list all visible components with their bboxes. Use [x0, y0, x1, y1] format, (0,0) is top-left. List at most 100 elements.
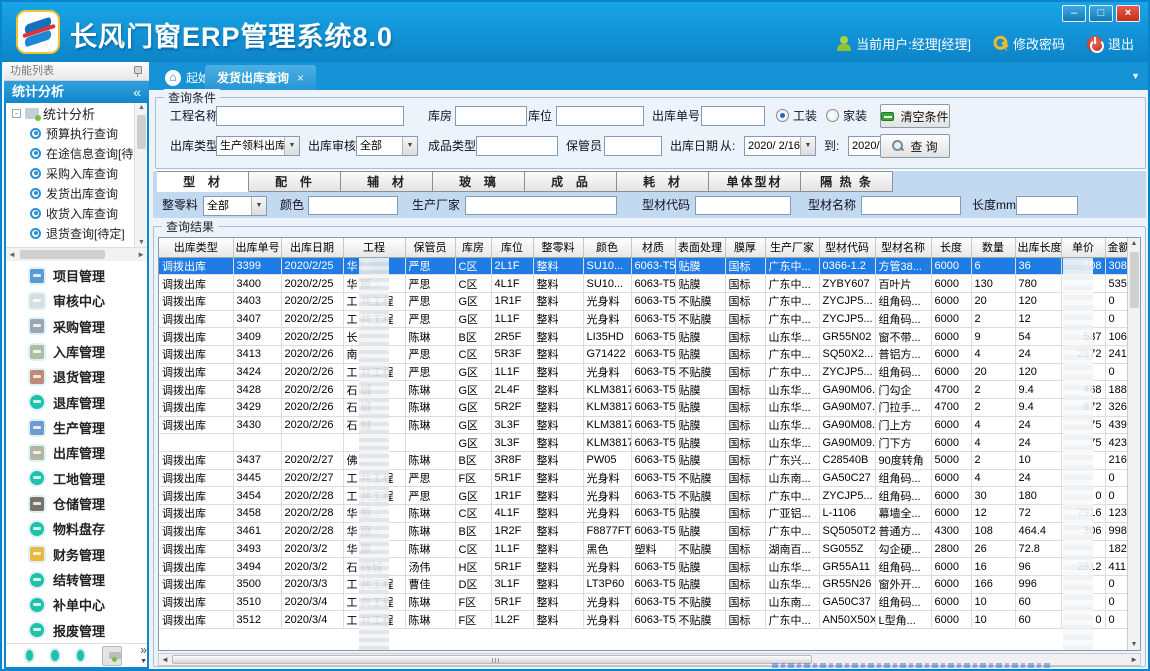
grid-column-header[interactable]: 出库日期: [281, 238, 343, 257]
sidebar-menu-item[interactable]: 退库管理: [6, 390, 147, 415]
radio-industrial[interactable]: [776, 109, 789, 122]
maximize-button[interactable]: □: [1089, 5, 1113, 22]
outbound-audit-select[interactable]: 全部▼: [356, 136, 418, 156]
warehouse-input[interactable]: [455, 106, 527, 126]
grid-column-header[interactable]: 表面处理: [675, 238, 725, 257]
sidebar-menu-item[interactable]: 采购管理: [6, 314, 147, 339]
table-row[interactable]: 调拨出库 3510 2020/3/4 工 共工程 陈琳 F区 5R1F 整料 光…: [159, 593, 1129, 611]
table-row[interactable]: 调拨出库 3493 2020/3/2 华 原... 陈琳 C区 1L1F 整料 …: [159, 540, 1129, 558]
date-from-select[interactable]: 2020/ 2/16▼: [744, 136, 816, 156]
grid-column-header[interactable]: 数量: [971, 238, 1015, 257]
tree-item[interactable]: 发货出库查询: [6, 183, 147, 203]
table-row[interactable]: 调拨出库 3494 2020/3/2 石 辉城 汤伟 H区 5R1F 整料 光身…: [159, 558, 1129, 576]
sidebar-menu-item[interactable]: 工地管理: [6, 466, 147, 491]
table-row[interactable]: G区 3L3F 整料 KLM3817 6063-T5 贴膜 国标 山东华... …: [159, 434, 1129, 452]
table-row[interactable]: 调拨出库 3437 2020/2/27 佛 ... 陈琳 B区 3R8F 整料 …: [159, 452, 1129, 470]
logout-button[interactable]: 退出: [1087, 34, 1134, 53]
collapse-icon[interactable]: «: [133, 81, 141, 103]
tab-overflow-icon[interactable]: ▼: [1131, 71, 1140, 81]
grid-column-header[interactable]: 单价: [1061, 238, 1105, 257]
table-row[interactable]: 调拨出库 3424 2020/2/26 工 共工程 严思 G区 1L1F 整料 …: [159, 363, 1129, 381]
table-row[interactable]: 调拨出库 3400 2020/2/25 华 原... 严思 C区 4L1F 整料…: [159, 275, 1129, 293]
overflow-chevron[interactable]: »▼: [140, 646, 147, 666]
table-row[interactable]: 调拨出库 3399 2020/2/25 华 原... 严思 C区 2L1F 整料…: [159, 257, 1129, 275]
close-button[interactable]: ×: [1116, 5, 1140, 22]
material-tab[interactable]: 型 材: [157, 171, 249, 192]
table-row[interactable]: 调拨出库 3454 2020/2/28 工 共工程 严思 G区 1R1F 整料 …: [159, 487, 1129, 505]
tree-item[interactable]: 退货查询[待定]: [6, 223, 147, 243]
radio-home-label[interactable]: 家装: [843, 106, 867, 126]
material-tab[interactable]: 隔 热 条: [801, 171, 893, 192]
scroll-down-icon[interactable]: ▼: [1128, 641, 1140, 648]
table-row[interactable]: 调拨出库 3407 2020/2/25 工 共工程 严思 G区 1L1F 整料 …: [159, 310, 1129, 328]
radio-home[interactable]: [826, 109, 839, 122]
grid-vertical-scrollbar[interactable]: ▲▼: [1127, 238, 1140, 650]
chevron-down-icon[interactable]: ▼: [251, 197, 266, 215]
tree-item[interactable]: 预算执行查询: [6, 123, 147, 143]
sidebar-menu-item[interactable]: 项目管理: [6, 263, 147, 288]
tree-root-stats-analysis[interactable]: - 统计分析: [6, 103, 147, 123]
scroll-down-icon[interactable]: ▼: [135, 239, 147, 246]
table-row[interactable]: 调拨出库 3409 2020/2/25 长 ... 陈琳 B区 2R5F 整料 …: [159, 328, 1129, 346]
scroll-up-icon[interactable]: ▲: [1128, 240, 1140, 247]
tab-close-icon[interactable]: ×: [297, 71, 304, 85]
profile-name-input[interactable]: [861, 196, 961, 215]
grid-column-header[interactable]: 出库长度: [1015, 238, 1061, 257]
table-row[interactable]: 调拨出库 3430 2020/2/26 石 城 陈琳 G区 3L3F 整料 KL…: [159, 416, 1129, 434]
table-row[interactable]: 调拨出库 3512 2020/3/4 工 共工程 陈琳 F区 1L2F 整料 光…: [159, 611, 1129, 629]
maker-input[interactable]: [465, 196, 617, 215]
sidebar-menu-item[interactable]: 补单中心: [6, 592, 147, 617]
change-password-button[interactable]: 修改密码: [993, 34, 1065, 53]
material-tab[interactable]: 玻 璃: [433, 171, 525, 192]
length-input[interactable]: [1016, 196, 1078, 215]
scroll-right-icon[interactable]: ►: [1130, 655, 1138, 664]
radio-industrial-label[interactable]: 工装: [793, 106, 817, 126]
dot-icon[interactable]: [77, 650, 84, 661]
table-row[interactable]: 调拨出库 3403 2020/2/25 工 共工程 严思 G区 1R1F 整料 …: [159, 292, 1129, 310]
tree-item[interactable]: 收货入库查询: [6, 203, 147, 223]
sidebar-menu-item[interactable]: 仓储管理: [6, 491, 147, 516]
grid-column-header[interactable]: 型材代码: [819, 238, 875, 257]
tree-horizontal-scrollbar[interactable]: ◄►: [6, 247, 147, 261]
grid-column-header[interactable]: 金额: [1105, 238, 1129, 257]
clear-conditions-button[interactable]: 清空条件: [880, 104, 950, 128]
grid-column-header[interactable]: 保管员: [405, 238, 455, 257]
grid-column-header[interactable]: 整零料: [533, 238, 583, 257]
tree-item[interactable]: 在途信息查询[待: [6, 143, 147, 163]
sidebar-menu-item[interactable]: 出库管理: [6, 440, 147, 465]
grid-column-header[interactable]: 生产厂家: [765, 238, 819, 257]
whole-part-select[interactable]: 全部▼: [203, 196, 267, 216]
cart-shortcut-button[interactable]: [102, 646, 122, 666]
minimize-button[interactable]: –: [1062, 5, 1086, 22]
scroll-up-icon[interactable]: ▲: [135, 104, 147, 111]
grid-column-header[interactable]: 长度: [931, 238, 971, 257]
scroll-right-icon[interactable]: ►: [137, 250, 145, 259]
scroll-left-icon[interactable]: ◄: [8, 250, 16, 259]
grid-column-header[interactable]: 库房: [455, 238, 491, 257]
dot-icon[interactable]: [26, 650, 33, 661]
table-row[interactable]: 调拨出库 3428 2020/2/26 石 城 陈琳 G区 2L4F 整料 KL…: [159, 381, 1129, 399]
sidebar-menu-item[interactable]: 报废管理: [6, 618, 147, 643]
chevron-down-icon[interactable]: ▼: [284, 137, 299, 155]
scroll-left-icon[interactable]: ◄: [161, 655, 169, 664]
location-input[interactable]: [556, 106, 644, 126]
tab-shipping-outbound-query[interactable]: 发货出库查询 ×: [205, 65, 316, 90]
dot-icon[interactable]: [51, 650, 58, 661]
table-row[interactable]: 调拨出库 3500 2020/3/3 工 共工程 曹佳 D区 3L1F 整料 L…: [159, 575, 1129, 593]
keeper-input[interactable]: [604, 136, 662, 156]
sidebar-menu-item[interactable]: 入库管理: [6, 339, 147, 364]
grid-column-header[interactable]: 库位: [491, 238, 533, 257]
color-input[interactable]: [308, 196, 398, 215]
chevron-down-icon[interactable]: ▼: [800, 137, 815, 155]
outbound-order-input[interactable]: [701, 106, 765, 126]
product-type-input[interactable]: [476, 136, 558, 156]
sidebar-menu-item[interactable]: 审核中心: [6, 288, 147, 313]
material-tab[interactable]: 单体型材: [709, 171, 801, 192]
sidebar-menu-item[interactable]: 退货管理: [6, 364, 147, 389]
pin-icon[interactable]: [133, 66, 141, 77]
sidebar-menu-item[interactable]: 物料盘存: [6, 516, 147, 541]
grid-column-header[interactable]: 膜厚: [725, 238, 765, 257]
sidebar-menu-item[interactable]: 结转管理: [6, 567, 147, 592]
grid-column-header[interactable]: 出库类型: [159, 238, 233, 257]
stats-section-header[interactable]: 统计分析 «: [4, 81, 149, 103]
